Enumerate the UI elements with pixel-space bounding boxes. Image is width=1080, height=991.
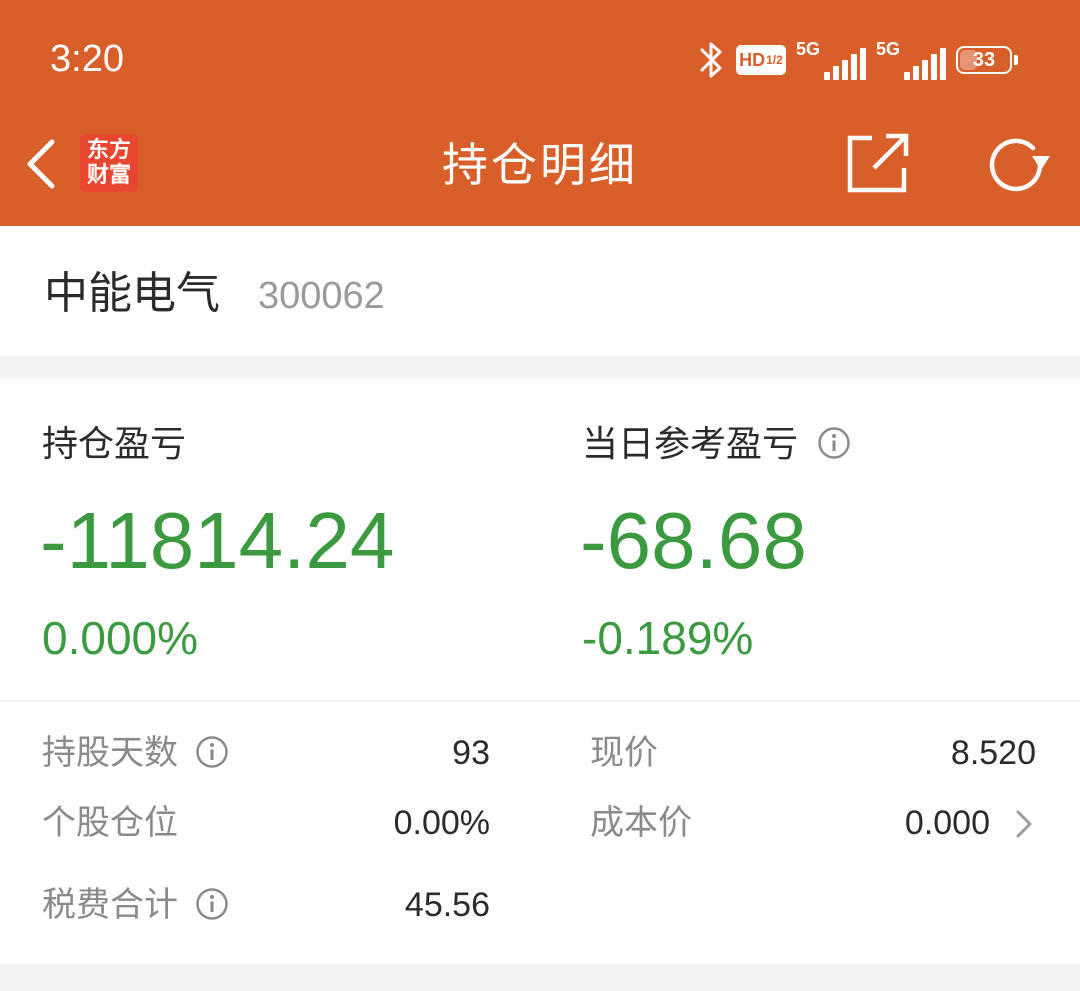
status-icons: HD 1/2 5G 5G 33: [696, 38, 1018, 82]
profit-loss-card: 持仓盈亏 -11814.24 0.000% 当日参考盈亏 -68.68 -0.1…: [0, 378, 1080, 700]
stock-code: 300062: [258, 275, 385, 317]
info-icon[interactable]: [195, 887, 229, 921]
cost-price-value[interactable]: 0.000: [790, 800, 990, 846]
cost-price-label[interactable]: 成本价: [590, 800, 692, 846]
share-icon[interactable]: [844, 132, 910, 194]
fees-label-row: 税费合计: [42, 882, 229, 928]
position-ratio-value: 0.00%: [393, 804, 490, 842]
current-price-label: 现价: [590, 733, 658, 773]
holding-days-label: 持股天数: [42, 733, 178, 773]
position-ratio-label: 个股仓位: [42, 803, 178, 843]
bluetooth-icon: [700, 42, 722, 78]
signal-5g-2: 5G: [876, 40, 946, 80]
position-pl-percent: 0.000%: [42, 612, 199, 664]
info-icon[interactable]: [195, 735, 229, 769]
signal-5g-1: 5G: [796, 40, 866, 80]
signal-bars-icon: [904, 46, 946, 80]
chevron-right-icon[interactable]: [1012, 806, 1036, 842]
status-time: 3:20: [50, 38, 124, 80]
position-pl-label: 持仓盈亏: [42, 424, 187, 465]
holding-days-value: 93: [452, 734, 490, 772]
battery-icon: 33: [956, 46, 1018, 74]
stock-name: 中能电气: [44, 268, 220, 319]
position-pl-value: -11814.24: [40, 496, 395, 585]
fees-label: 税费合计: [42, 885, 178, 925]
daily-pl-value: -68.68: [580, 496, 807, 585]
battery-level: 33: [972, 48, 996, 71]
page-title: 持仓明细: [442, 138, 638, 192]
position-details: 持股天数 93 现价 8.520 个股仓位 0.00% 成本价 0.000 税费…: [0, 702, 1080, 964]
daily-pl-percent: -0.189%: [582, 612, 754, 664]
daily-pl-label-row: 当日参考盈亏: [582, 420, 851, 470]
current-price-value: 8.520: [950, 734, 1036, 772]
hd-voice-badge: HD 1/2: [735, 45, 786, 75]
refresh-icon[interactable]: [984, 134, 1054, 196]
daily-pl-label: 当日参考盈亏: [582, 424, 799, 465]
holding-days-label-row: 持股天数: [42, 730, 229, 776]
stock-info-bar: 中能电气 300062: [0, 226, 1080, 356]
app-header: 3:20 HD 1/2 5G 5G 33 东方 财富 持仓明细: [0, 0, 1080, 226]
info-icon[interactable]: [817, 426, 851, 460]
signal-bars-icon: [823, 46, 866, 80]
fees-value: 45.56: [404, 886, 490, 924]
